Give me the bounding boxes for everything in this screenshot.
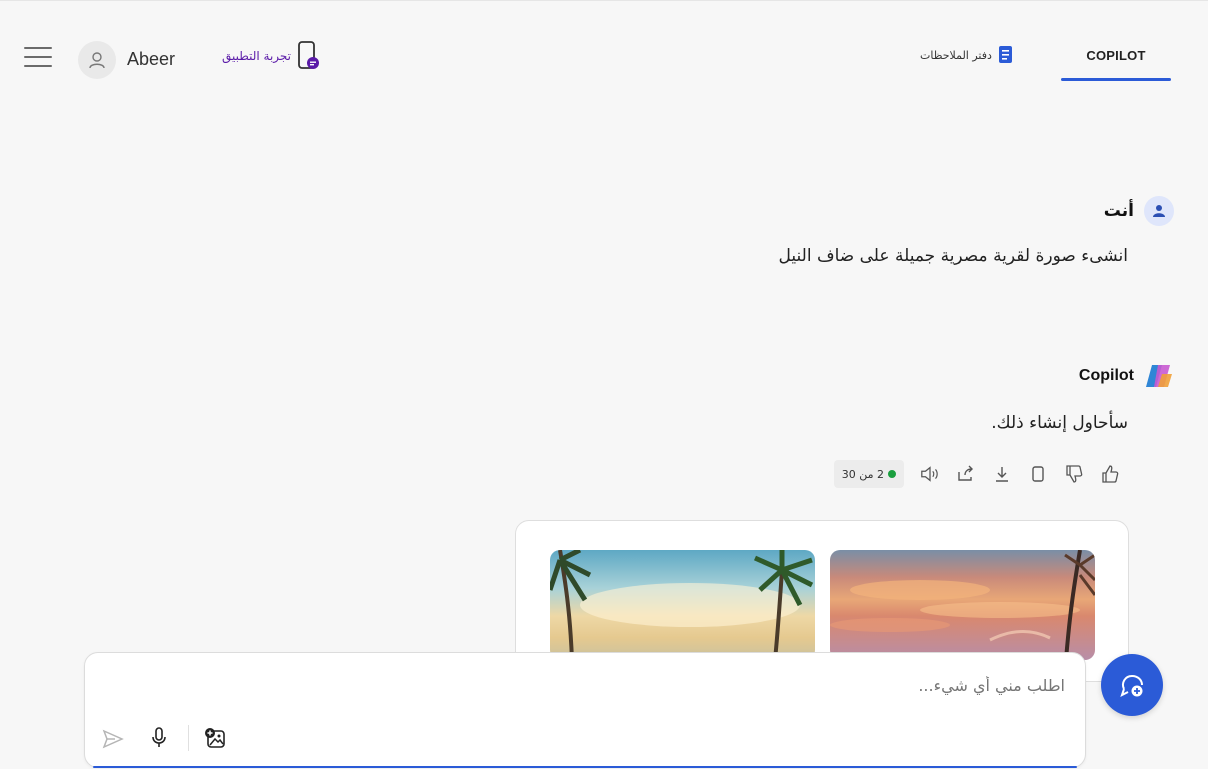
copilot-message-header: Copilot [1079,362,1174,390]
user-name: أنت [1103,201,1134,221]
avatar[interactable] [78,41,116,79]
person-icon [1153,205,1165,217]
copilot-name: Copilot [1078,367,1134,384]
generated-image-1[interactable] [830,550,1095,660]
try-app-label: تجربة التطبيق [222,49,291,63]
microphone-icon [152,727,166,747]
top-bar: Abeer تجربة التطبيق دفتر الملاحظات COPIL… [0,0,1208,93]
copilot-message: سأحاول إنشاء ذلك. [991,413,1128,433]
microphone-button[interactable] [147,726,171,750]
new-chat-icon [1120,674,1143,697]
prompt-input[interactable] [363,675,1067,696]
composer-focus-line [93,766,1077,768]
try-app-link[interactable]: تجربة التطبيق [222,41,321,71]
download-button[interactable] [992,464,1012,484]
share-button[interactable] [956,464,976,484]
tab-notebook[interactable]: دفتر الملاحظات [920,45,1014,65]
share-icon [958,465,973,481]
image-add-icon [205,728,225,748]
message-actions: 2 من 30 [833,460,1120,488]
composer-divider [188,725,189,751]
thumbs-down-icon [1066,465,1083,483]
tab-copilot-label: COPILOT [1086,48,1146,63]
response-counter: 2 من 30 [833,460,904,488]
copy-icon [1032,466,1044,482]
thumbs-up-icon [1102,465,1119,483]
user-avatar [1144,196,1174,226]
speaker-icon [921,466,938,482]
dislike-button[interactable] [1064,464,1084,484]
sunset-sky-image [830,550,1095,660]
phone-chat-icon [298,41,319,69]
active-tab-indicator [1061,78,1171,81]
chat-composer [84,652,1086,768]
user-icon [89,52,105,69]
send-icon [102,729,124,749]
notebook-icon [998,46,1012,63]
add-image-button[interactable] [203,726,227,750]
scrolled-text-fragment [490,88,1130,102]
like-button[interactable] [1100,464,1120,484]
user-message: انشىء صورة لقرية مصرية جميلة على ضاف الن… [778,246,1128,266]
copilot-logo-icon [1146,365,1172,387]
download-icon [996,467,1008,482]
counter-label: 2 من 30 [841,467,884,481]
copy-button[interactable] [1028,464,1048,484]
generated-image-2[interactable] [550,550,815,660]
tab-notebook-label: دفتر الملاحظات [920,48,992,62]
status-dot-icon [888,470,896,478]
username[interactable]: Abeer [127,49,175,70]
menu-icon[interactable] [24,47,52,69]
user-message-header: أنت [1104,196,1174,226]
send-button[interactable] [101,727,125,751]
read-aloud-button[interactable] [920,464,940,484]
new-topic-button[interactable] [1101,654,1163,716]
palm-trees-image [550,550,814,660]
tab-copilot[interactable]: COPILOT [1061,41,1171,81]
